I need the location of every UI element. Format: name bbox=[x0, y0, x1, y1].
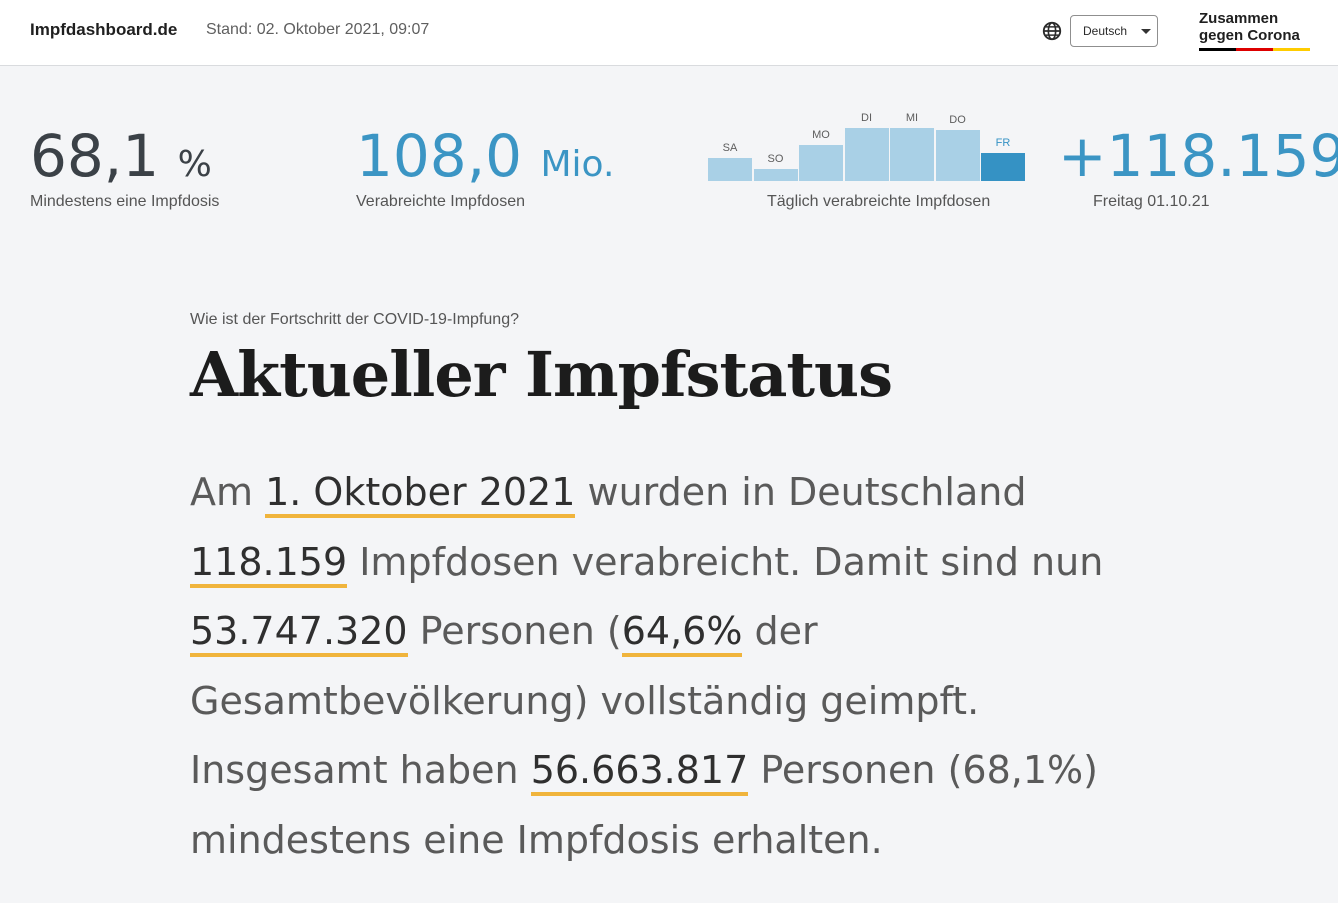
first-dose-label: Mindestens eine Impfdosis bbox=[30, 193, 220, 210]
first-dose-value: 68,1 bbox=[30, 122, 160, 190]
highlight-daily-doses[interactable]: 118.159 bbox=[190, 539, 348, 588]
chart-bar-sa[interactable] bbox=[708, 158, 752, 181]
summary-text-1: Am bbox=[190, 470, 266, 514]
page-title: Aktueller Impfstatus bbox=[190, 338, 893, 411]
chart-day-label-sa: SA bbox=[722, 142, 738, 155]
brand-link[interactable]: Impfdashboard.de bbox=[30, 20, 177, 40]
doses-stat: 108,0 Mio. bbox=[356, 126, 614, 195]
highlight-date[interactable]: 1. Oktober 2021 bbox=[265, 470, 576, 518]
first-dose-stat: 68,1 % bbox=[30, 126, 212, 195]
chart-day-label-so: SO bbox=[767, 152, 784, 165]
section-question: Wie ist der Fortschritt der COVID-19-Imp… bbox=[190, 311, 519, 328]
daily-chart-label: Täglich verabreichte Impfdosen bbox=[767, 193, 991, 210]
chart-day-label-mi: MI bbox=[905, 111, 919, 124]
chart-bar-di[interactable] bbox=[844, 127, 889, 181]
chart-bar-fr[interactable] bbox=[981, 152, 1025, 181]
chart-day-label-do: DO bbox=[949, 113, 966, 126]
chart-bar-do[interactable] bbox=[935, 129, 980, 181]
summary-text-2: wurden in Deutschland bbox=[575, 470, 1027, 514]
top-bar: Impfdashboard.de Stand: 02. Oktober 2021… bbox=[0, 0, 1338, 66]
highlight-first-dose-count[interactable]: 56.663.817 bbox=[530, 748, 749, 797]
doses-value: 108,0 bbox=[356, 122, 523, 190]
chart-day-label-mo: MO bbox=[812, 128, 830, 141]
chart-bar-mo[interactable] bbox=[799, 144, 843, 181]
daily-doses-date: Freitag 01.10.21 bbox=[1093, 193, 1210, 210]
chart-bar-mi[interactable] bbox=[890, 127, 934, 181]
logo-flag-bar bbox=[1199, 48, 1310, 51]
chart-day-label-di: DI bbox=[861, 111, 872, 124]
doses-unit: Mio. bbox=[540, 144, 615, 185]
daily-doses-chart[interactable]: SA SO MO DI MI DO FR bbox=[708, 108, 1025, 184]
logo-line-2: gegen Corona bbox=[1199, 27, 1300, 44]
summary-text-3: Impfdosen verabreicht. Damit sind nun bbox=[347, 539, 1104, 584]
zusammen-gegen-corona-logo[interactable]: Zusammen gegen Corona bbox=[1199, 10, 1311, 54]
chevron-down-icon bbox=[1141, 29, 1151, 34]
doses-label: Verabreichte Impfdosen bbox=[356, 193, 525, 210]
status-summary: Am 1. Oktober 2021 wurden in Deutschland… bbox=[190, 458, 1170, 876]
chart-day-label-fr: FR bbox=[995, 136, 1011, 149]
highlight-fully-vaccinated-percent[interactable]: 64,6% bbox=[621, 609, 743, 658]
daily-doses-value: +118.159 bbox=[1058, 122, 1338, 190]
chart-bar-so[interactable] bbox=[753, 168, 798, 181]
language-select[interactable]: Deutsch bbox=[1070, 15, 1158, 47]
logo-line-1: Zusammen bbox=[1199, 10, 1279, 27]
first-dose-unit: % bbox=[177, 144, 212, 185]
language-select-value: Deutsch bbox=[1083, 24, 1128, 38]
summary-text-4: Personen ( bbox=[407, 609, 622, 654]
update-timestamp: Stand: 02. Oktober 2021, 09:07 bbox=[206, 21, 430, 38]
highlight-fully-vaccinated[interactable]: 53.747.320 bbox=[190, 609, 408, 658]
globe-icon[interactable] bbox=[1041, 20, 1063, 42]
